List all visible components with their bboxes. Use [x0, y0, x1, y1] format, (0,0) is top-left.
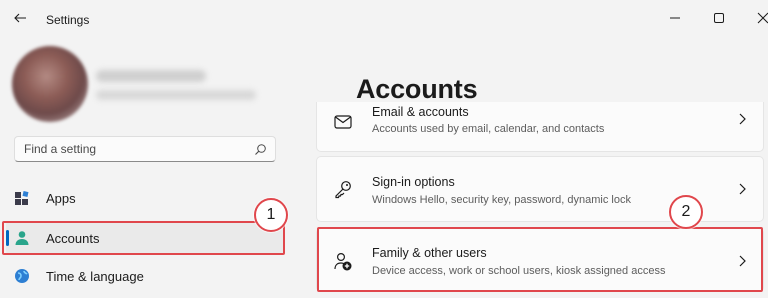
callout-badge-2: 2 — [669, 195, 703, 229]
card-description: Windows Hello, security key, password, d… — [372, 194, 631, 206]
time-language-icon — [15, 269, 29, 283]
minimize-button[interactable] — [660, 4, 690, 32]
maximize-button[interactable] — [704, 4, 734, 32]
maximize-icon — [714, 13, 724, 23]
card-email-accounts[interactable]: Email & accounts Accounts used by email,… — [316, 102, 764, 152]
callout-badge-1: 1 — [254, 198, 288, 232]
close-button[interactable] — [748, 4, 768, 32]
profile-name-blurred — [96, 70, 206, 82]
sidebar-item-time-language[interactable]: Time & language — [6, 259, 284, 293]
key-icon — [335, 181, 351, 199]
highlight-box-family-users — [317, 227, 763, 292]
mail-icon — [334, 115, 352, 129]
page-title: Accounts — [356, 74, 478, 104]
card-title: Sign-in options — [372, 175, 455, 189]
highlight-box-accounts — [2, 221, 285, 255]
sidebar-item-apps[interactable]: Apps — [6, 181, 284, 215]
search-box[interactable] — [14, 136, 276, 162]
profile-email-blurred — [96, 90, 256, 100]
chevron-right-icon — [739, 183, 746, 195]
app-title: Settings — [46, 13, 90, 27]
card-description: Accounts used by email, calendar, and co… — [372, 123, 605, 135]
close-icon — [757, 12, 768, 24]
chevron-right-icon — [739, 113, 746, 125]
search-icon[interactable] — [254, 143, 267, 156]
title-bar: Settings — [0, 0, 768, 40]
apps-icon — [15, 191, 29, 205]
avatar[interactable] — [12, 46, 88, 122]
card-title: Email & accounts — [372, 105, 469, 119]
back-arrow-icon[interactable] — [12, 10, 28, 26]
minimize-icon — [670, 17, 680, 19]
sidebar-item-label: Apps — [46, 191, 76, 206]
search-input[interactable] — [24, 142, 244, 156]
sidebar-item-label: Time & language — [46, 269, 144, 284]
